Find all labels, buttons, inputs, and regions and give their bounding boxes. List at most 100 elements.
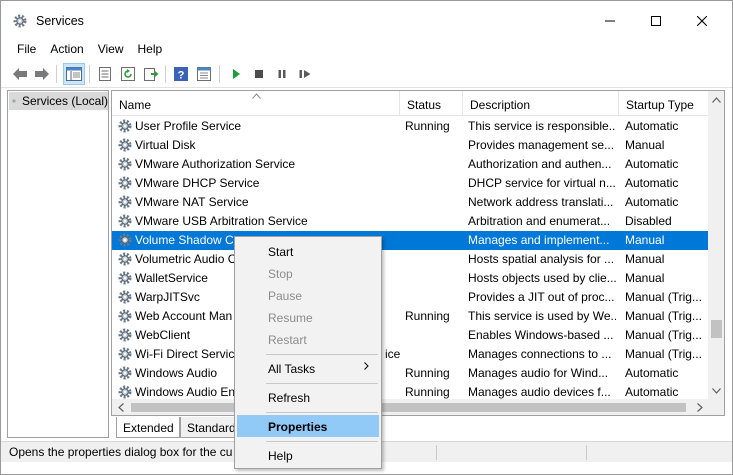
- table-row[interactable]: WalletService Hosts objects used by clie.…: [112, 269, 708, 288]
- menu-item-all-tasks[interactable]: All Tasks: [237, 357, 379, 379]
- menu-bar: File Action View Help: [1, 39, 732, 59]
- table-row[interactable]: Volumetric Audio C Hosts spatial analysis…: [112, 250, 708, 269]
- tab-extended-label: Extended: [123, 421, 174, 435]
- services-list: Name Status Description Startup Type Use…: [111, 90, 725, 416]
- service-startup-type: Manual (Trig...: [625, 328, 702, 342]
- table-row[interactable]: VMware DHCP Service DHCP service for virt…: [112, 174, 708, 193]
- column-header-name[interactable]: Name: [112, 91, 400, 116]
- service-name-overflow: ice: [385, 347, 401, 361]
- horizontal-scrollbar[interactable]: [112, 399, 708, 415]
- menu-item-start-label: Start: [268, 245, 294, 259]
- menu-item-refresh[interactable]: Refresh: [237, 386, 379, 408]
- table-row[interactable]: User Profile Service Running This service …: [112, 117, 708, 136]
- service-gear-icon: [117, 137, 133, 153]
- menu-item-properties[interactable]: Properties: [237, 415, 379, 437]
- title-bar: Services: [1, 1, 732, 41]
- tab-extended[interactable]: Extended: [116, 417, 180, 438]
- menu-item-resume[interactable]: Resume: [237, 306, 379, 328]
- back-icon[interactable]: [11, 65, 29, 83]
- service-gear-icon: [117, 365, 133, 381]
- service-name: VMware NAT Service: [135, 195, 249, 209]
- export-icon[interactable]: [142, 65, 160, 83]
- menu-separator: [266, 412, 378, 413]
- toolbar-separator: [56, 65, 57, 83]
- scroll-up-icon[interactable]: [708, 91, 724, 108]
- restart-service-icon[interactable]: [296, 65, 314, 83]
- vertical-scroll-thumb[interactable]: [711, 320, 722, 338]
- service-description: Manages audio for Wind...: [468, 366, 609, 380]
- service-startup-type: Automatic: [625, 119, 679, 133]
- list-header: Name Status Description Startup Type: [112, 91, 708, 116]
- table-row[interactable]: Windows Audio Running Manages audio for Wi…: [112, 364, 708, 383]
- maximize-button[interactable]: [633, 1, 679, 41]
- service-gear-icon: [117, 156, 133, 172]
- tree-item-services-local[interactable]: Services (Local): [9, 92, 108, 110]
- stop-service-icon[interactable]: [250, 65, 268, 83]
- service-description: DHCP service for virtual n...: [468, 176, 616, 190]
- horizontal-scroll-thumb[interactable]: [131, 403, 686, 412]
- column-header-status[interactable]: Status: [400, 91, 463, 116]
- menu-item-stop-label: Stop: [268, 267, 293, 281]
- menu-separator: [266, 354, 378, 355]
- menu-item-restart-label: Restart: [268, 333, 307, 347]
- service-gear-icon: [117, 384, 133, 400]
- menu-help[interactable]: Help: [131, 39, 170, 59]
- service-description: Hosts objects used by clie...: [468, 271, 616, 285]
- service-startup-type: Automatic: [625, 385, 679, 399]
- table-row[interactable]: VMware USB Arbitration Service Arbitratio…: [112, 212, 708, 231]
- service-startup-type: Automatic: [625, 195, 679, 209]
- service-startup-type: Manual: [625, 271, 665, 285]
- service-startup-type: Automatic: [625, 176, 679, 190]
- service-description: Authorization and authen...: [468, 157, 612, 171]
- tree-item-label: Services (Local): [21, 94, 108, 108]
- service-name: User Profile Service: [135, 119, 242, 133]
- column-header-description-label: Description: [470, 98, 531, 112]
- scroll-left-icon[interactable]: [112, 399, 129, 415]
- tab-standard-label: Standard: [187, 421, 236, 435]
- window-title: Services: [36, 14, 84, 28]
- table-row[interactable]: Wi-Fi Direct Service Manages connections …: [112, 345, 708, 364]
- table-row[interactable]: WebClient Enables Windows-based ... Manual…: [112, 326, 708, 345]
- table-row[interactable]: Virtual Disk Provides management se... Man…: [112, 136, 708, 155]
- menu-item-pause[interactable]: Pause: [237, 284, 379, 306]
- table-row[interactable]: VMware Authorization Service Authorizatio…: [112, 155, 708, 174]
- close-button[interactable]: [679, 1, 725, 41]
- help-icon[interactable]: ?: [172, 65, 190, 83]
- table-row[interactable]: Volume Shadow Co Manages and implement...…: [112, 231, 708, 250]
- menu-separator: [266, 441, 378, 442]
- context-menu: Start Stop Pause Resume Restart All Task…: [234, 236, 382, 469]
- menu-item-refresh-label: Refresh: [268, 391, 311, 405]
- menu-action[interactable]: Action: [43, 39, 90, 59]
- column-header-startup-label: Startup Type: [626, 98, 694, 112]
- start-service-icon[interactable]: [227, 65, 245, 83]
- service-description: Provides a JIT out of proc...: [468, 290, 615, 304]
- scroll-right-icon[interactable]: [691, 399, 708, 415]
- vertical-scrollbar[interactable]: [708, 91, 724, 399]
- export-list-icon[interactable]: [96, 65, 114, 83]
- menu-file[interactable]: File: [10, 39, 43, 59]
- column-header-startup-type[interactable]: Startup Type: [619, 91, 708, 116]
- menu-view[interactable]: View: [91, 39, 131, 59]
- menu-item-stop[interactable]: Stop: [237, 262, 379, 284]
- refresh-icon[interactable]: [119, 65, 137, 83]
- services-app-icon: [12, 13, 28, 29]
- toolbar-separator: [89, 65, 90, 83]
- show-console-tree-icon[interactable]: [63, 63, 85, 85]
- table-row[interactable]: Web Account Man Running This service is us…: [112, 307, 708, 326]
- service-gear-icon: [117, 194, 133, 210]
- menu-item-start[interactable]: Start: [237, 240, 379, 262]
- properties-view-icon[interactable]: [195, 65, 213, 83]
- table-row[interactable]: WarpJITSvc Provides a JIT out of proc... M…: [112, 288, 708, 307]
- column-header-description[interactable]: Description: [463, 91, 619, 116]
- service-description: This service is responsible...: [468, 119, 616, 133]
- pause-service-icon[interactable]: [273, 65, 291, 83]
- forward-icon[interactable]: [33, 65, 51, 83]
- scroll-down-icon[interactable]: [708, 382, 724, 399]
- submenu-arrow-icon: [364, 362, 369, 373]
- service-name: VMware DHCP Service: [135, 176, 260, 190]
- menu-item-help[interactable]: Help: [237, 444, 379, 466]
- minimize-button[interactable]: [587, 1, 633, 41]
- menu-item-restart[interactable]: Restart: [237, 328, 379, 350]
- table-row[interactable]: VMware NAT Service Network address transl…: [112, 193, 708, 212]
- service-startup-type: Disabled: [625, 214, 672, 228]
